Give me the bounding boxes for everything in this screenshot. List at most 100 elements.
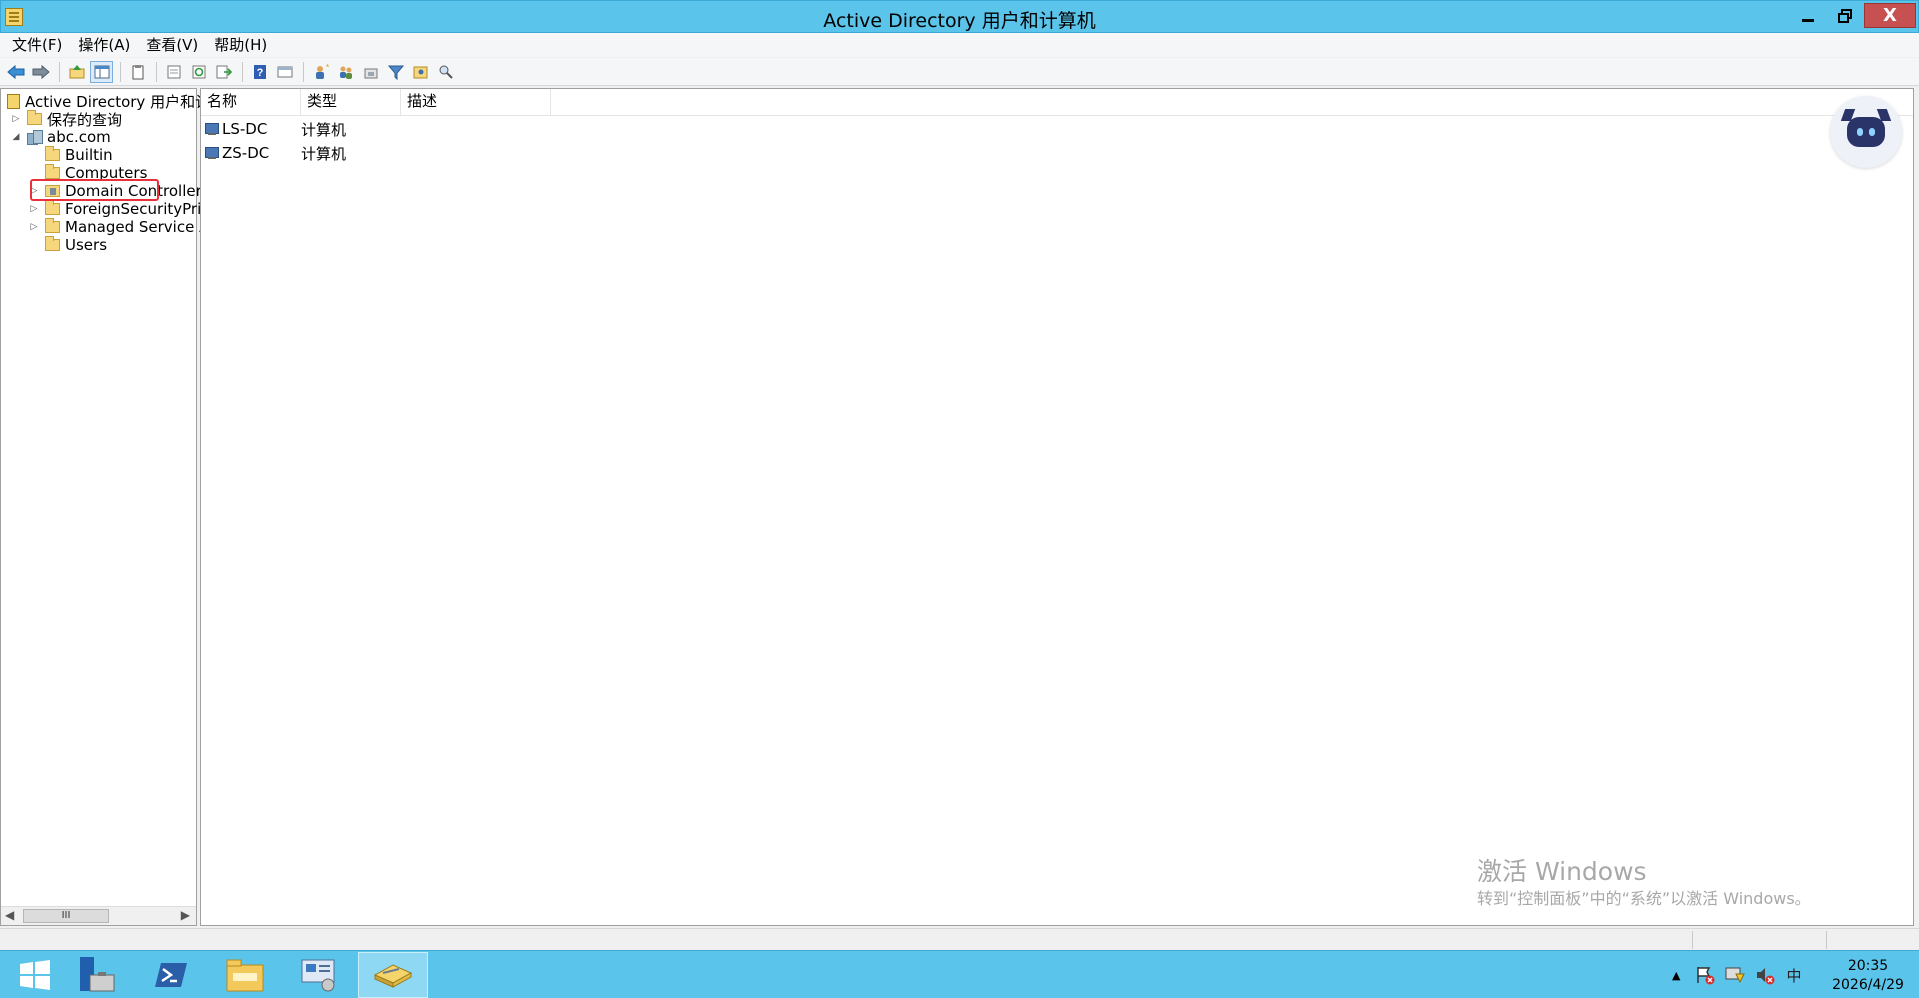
taskbar: ▲ 中 20:35 2026/4/29 <box>0 950 1919 998</box>
menu-bar: 文件(F) 操作(A) 查看(V) 帮助(H) <box>0 33 1919 57</box>
taskbar-ad-users-computers[interactable] <box>358 952 428 998</box>
add-to-group-icon <box>413 66 427 78</box>
activation-watermark-subtitle: 转到“控制面板”中的“系统”以激活 Windows。 <box>1477 889 1811 908</box>
list-item[interactable]: LS-DC 计算机 <box>205 118 401 140</box>
new-group-button[interactable] <box>334 61 357 83</box>
copy-button[interactable] <box>126 61 149 83</box>
toolbar-separator <box>120 61 121 82</box>
taskbar-powershell[interactable] <box>136 952 206 998</box>
scroll-thumb[interactable]: III <box>23 909 109 923</box>
menu-help[interactable]: 帮助(H) <box>206 34 275 56</box>
activation-watermark-title: 激活 Windows <box>1477 857 1647 886</box>
window-title: Active Directory 用户和计算机 <box>823 10 1096 32</box>
powershell-icon <box>155 963 187 987</box>
toolbar-separator <box>242 61 243 82</box>
find-button[interactable] <box>434 61 457 83</box>
show-hidden-icons-icon[interactable]: ▲ <box>1672 969 1680 982</box>
filter-icon <box>387 65 404 80</box>
expand-icon[interactable]: ▷ <box>29 204 39 214</box>
svg-text:?: ? <box>256 67 263 79</box>
ad-users-computers-icon <box>7 93 20 109</box>
minimize-button[interactable] <box>1790 3 1826 28</box>
properties-button[interactable] <box>162 61 185 83</box>
computer-icon <box>205 122 220 136</box>
tree-item-users[interactable]: Users <box>45 234 107 256</box>
new-ou-button[interactable] <box>359 61 382 83</box>
refresh-button[interactable] <box>187 61 210 83</box>
system-tray: ▲ 中 <box>1672 951 1801 998</box>
expand-icon[interactable]: ▷ <box>11 114 21 124</box>
toolbar: ? * <box>0 58 1919 86</box>
new-group-icon <box>339 66 352 79</box>
item-name: ZS-DC <box>222 144 270 162</box>
help-button[interactable]: ? <box>248 61 271 83</box>
menu-file[interactable]: 文件(F) <box>4 34 70 56</box>
export-list-icon <box>216 65 232 78</box>
toolbar-separator <box>303 61 304 82</box>
folder-icon <box>45 236 60 251</box>
scroll-right-icon[interactable]: ▶ <box>181 908 190 922</box>
column-type[interactable]: 类型 <box>301 89 401 116</box>
new-ou-icon <box>364 68 377 78</box>
file-explorer-icon <box>226 959 264 992</box>
action-center-flag-icon[interactable] <box>1694 964 1716 986</box>
refresh-icon <box>192 65 205 78</box>
horizontal-scrollbar[interactable]: ◀ III ▶ <box>1 906 196 925</box>
console-tree[interactable]: Active Directory 用户和计算机 ▷ 保存的查询 ◢ abc.co… <box>0 88 267 926</box>
taskbar-control-panel[interactable] <box>284 952 354 998</box>
status-bar <box>0 928 1919 950</box>
taskbar-file-explorer[interactable] <box>210 952 280 998</box>
status-separator <box>1692 931 1693 949</box>
menu-view[interactable]: 查看(V) <box>138 34 206 56</box>
taskbar-server-manager[interactable] <box>62 952 132 998</box>
forward-button[interactable] <box>29 61 52 83</box>
item-type: 计算机 <box>301 144 347 163</box>
find-icon <box>439 65 453 79</box>
ad-users-computers-icon <box>373 964 413 988</box>
close-button[interactable]: X <box>1864 3 1916 28</box>
start-icon <box>20 960 50 990</box>
column-name[interactable]: 名称 <box>201 89 301 116</box>
network-warning-icon[interactable] <box>1724 964 1746 986</box>
filter-button[interactable] <box>384 61 407 83</box>
column-description[interactable]: 描述 <box>401 89 551 116</box>
scroll-left-icon[interactable]: ◀ <box>5 908 14 922</box>
selection-highlight <box>30 179 159 201</box>
back-button[interactable] <box>4 61 27 83</box>
minimize-icon <box>1802 18 1814 22</box>
new-user-icon: * <box>315 64 329 79</box>
export-list-button[interactable] <box>212 61 235 83</box>
forward-icon <box>32 64 50 79</box>
taskbar-clock[interactable]: 20:35 2026/4/29 <box>1820 957 1916 995</box>
add-to-group-button[interactable] <box>409 61 432 83</box>
computer-icon <box>205 146 220 160</box>
status-separator <box>1826 931 1827 949</box>
copy-icon <box>132 64 143 79</box>
item-type: 计算机 <box>301 120 347 139</box>
properties-icon <box>167 65 180 78</box>
folder-icon <box>45 218 60 233</box>
clock-time: 20:35 <box>1847 958 1889 974</box>
up-folder-button[interactable] <box>65 61 88 83</box>
back-icon <box>6 64 24 79</box>
details-pane[interactable]: 名称 类型 描述 LS-DC 计算机 ZS-DC 计算机 <box>200 88 1914 926</box>
assistant-robot-icon[interactable] <box>1830 96 1902 168</box>
volume-muted-icon[interactable] <box>1754 964 1776 986</box>
server-manager-icon <box>80 957 115 992</box>
ime-indicator[interactable]: 中 <box>1786 965 1801 986</box>
list-item[interactable]: ZS-DC 计算机 <box>205 142 401 164</box>
restore-icon <box>1838 8 1852 23</box>
folder-icon <box>27 110 42 125</box>
mmc-button[interactable] <box>273 61 296 83</box>
new-user-button[interactable]: * <box>309 61 332 83</box>
start-button[interactable] <box>0 952 70 998</box>
restore-button[interactable] <box>1827 3 1863 28</box>
collapse-icon[interactable]: ◢ <box>11 132 21 142</box>
folder-icon <box>45 200 60 215</box>
menu-action[interactable]: 操作(A) <box>70 34 138 56</box>
show-hide-tree-button[interactable] <box>90 60 113 83</box>
control-panel-icon <box>301 959 335 992</box>
svg-text:*: * <box>326 64 329 72</box>
toolbar-separator <box>59 61 60 82</box>
expand-icon[interactable]: ▷ <box>29 222 39 232</box>
